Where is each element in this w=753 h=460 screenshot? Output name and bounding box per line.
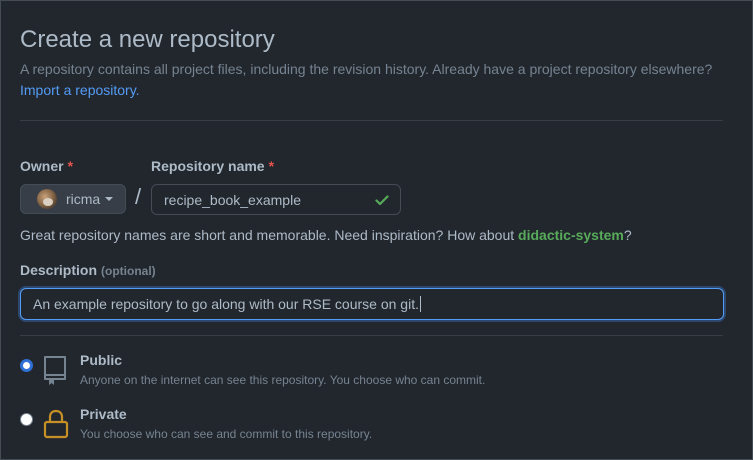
page-subtitle: A repository contains all project files,…: [20, 61, 713, 77]
description-label: Description (optional): [20, 262, 156, 279]
divider: [20, 120, 723, 121]
text-cursor: [419, 296, 421, 312]
private-radio[interactable]: [20, 413, 33, 426]
private-option-title: Private: [80, 406, 127, 422]
caret-down-icon: [105, 197, 114, 201]
owner-select[interactable]: ricma: [20, 184, 126, 214]
repository-name-input[interactable]: recipe_book_example: [151, 184, 401, 215]
repository-name-value: recipe_book_example: [164, 191, 301, 208]
private-option-description: You choose who can see and commit to thi…: [80, 427, 373, 441]
owner-label-text: Owner: [20, 158, 64, 174]
description-optional-tag: (optional): [101, 264, 156, 278]
public-option-description: Anyone on the internet can see this repo…: [80, 373, 486, 387]
avatar: [37, 189, 57, 209]
divider: [20, 335, 723, 336]
name-suggestion[interactable]: didactic-system: [518, 227, 624, 243]
public-radio[interactable]: [20, 359, 33, 372]
owner-required-mark: *: [67, 158, 74, 174]
owner-repo-separator: /: [135, 184, 142, 209]
repository-name-label-text: Repository name: [151, 158, 265, 174]
public-option-title: Public: [80, 352, 123, 368]
hint-suffix: ?: [623, 227, 632, 243]
repository-name-label: Repository name *: [151, 158, 274, 174]
description-label-text: Description: [20, 262, 98, 278]
description-input[interactable]: An example repository to go along with o…: [20, 288, 724, 320]
hint-text: Great repository names are short and mem…: [20, 227, 519, 243]
page-title: Create a new repository: [20, 26, 275, 53]
check-icon: [375, 194, 389, 205]
owner-name: ricma: [66, 191, 101, 207]
description-value: An example repository to go along with o…: [33, 296, 419, 312]
lock-icon: [43, 409, 69, 439]
import-repository-link[interactable]: Import a repository.: [20, 82, 140, 98]
owner-label: Owner *: [20, 158, 73, 174]
repository-name-required-mark: *: [268, 158, 275, 174]
repository-name-hint: Great repository names are short and mem…: [20, 227, 632, 243]
repo-icon: [44, 356, 66, 385]
